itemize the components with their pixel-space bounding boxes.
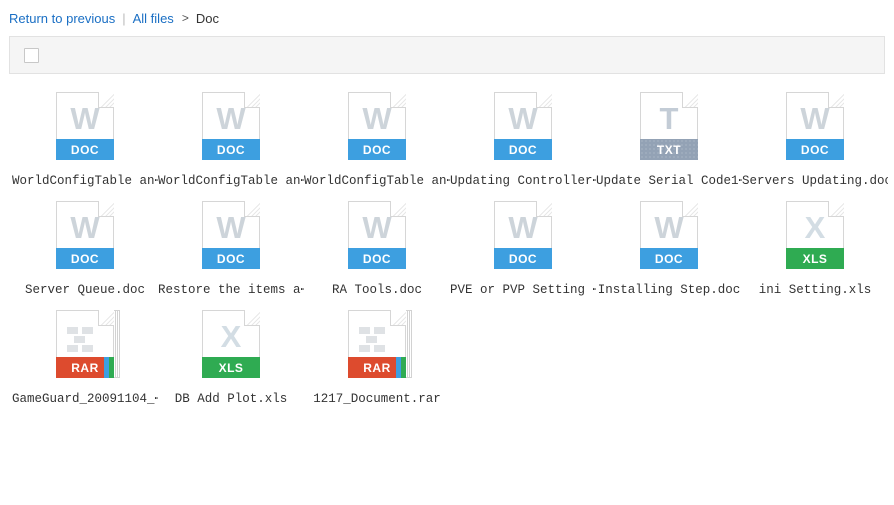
select-all-checkbox[interactable] [24,47,39,63]
rar-file-icon: RAR [348,310,412,378]
file-type-glyph: W [216,210,246,245]
file-name-label: WorldConfigTable an⋯ [158,174,304,188]
file-type-glyph: W [800,101,830,136]
archive-blocks-icon [359,327,389,353]
file-name-label: WorldConfigTable an⋯ [304,174,450,188]
file-name-label: Installing Step.doc [597,283,741,297]
file-name-label: WorldConfigTable an⋯ [12,174,158,188]
file-type-glyph: W [508,101,538,136]
file-tile[interactable]: T TXT Update Serial Code1⋯ [596,92,742,189]
file-type-glyph: W [216,101,246,136]
doc-file-icon: W DOC [786,92,844,160]
doc-file-icon: W DOC [494,201,552,269]
file-tile[interactable]: W DOC Restore the items a⋯ [158,201,304,298]
file-type-glyph: W [508,210,538,245]
file-type-banner: DOC [56,139,114,160]
all-files-link[interactable]: All files [133,11,174,26]
file-type-banner: TXT [640,139,698,160]
xls-file-icon: X XLS [202,310,260,378]
doc-file-icon: W DOC [202,92,260,160]
file-tile[interactable]: W DOC Server Queue.doc [12,201,158,298]
xls-file-icon: X XLS [786,201,844,269]
file-type-banner: DOC [640,248,698,269]
archive-strip-green [109,357,114,378]
archive-strip-green [401,357,406,378]
file-type-banner: DOC [202,139,260,160]
breadcrumb-current-folder: Doc [195,10,219,26]
file-name-label: ini Setting.xls [758,283,872,297]
file-type-glyph: X [220,319,242,354]
file-type-glyph: W [70,101,100,136]
chevron-right-icon: > [181,11,189,25]
file-type-banner: XLS [202,357,260,378]
file-tile[interactable]: W DOC RA Tools.doc [304,201,450,298]
txt-file-icon: T TXT [640,92,698,160]
file-tile[interactable]: W DOC PVE or PVP Setting ⋯ [450,201,596,298]
file-type-banner: DOC [348,248,406,269]
doc-file-icon: W DOC [56,201,114,269]
file-type-glyph: X [804,210,826,245]
file-type-banner: XLS [786,248,844,269]
archive-blocks-icon [67,327,97,353]
file-type-banner: DOC [56,248,114,269]
doc-file-icon: W DOC [202,201,260,269]
file-type-banner: DOC [494,248,552,269]
file-type-banner: DOC [348,139,406,160]
file-tile[interactable]: W DOC Updating Controller⋯ [450,92,596,189]
doc-file-icon: W DOC [348,92,406,160]
rar-file-icon: RAR [56,310,120,378]
return-to-previous-link[interactable]: Return to previous [9,11,115,26]
file-tile[interactable]: X XLS ini Setting.xls [742,201,888,298]
file-name-label: RA Tools.doc [331,283,422,297]
file-name-label: Updating Controller⋯ [450,174,596,188]
file-tile[interactable]: RAR GameGuard_20091104_⋯ [12,310,158,407]
doc-file-icon: W DOC [348,201,406,269]
file-name-label: DB Add Plot.xls [174,392,288,406]
file-name-label: PVE or PVP Setting ⋯ [450,283,596,297]
file-type-banner: DOC [786,139,844,160]
file-type-glyph: W [362,101,392,136]
file-name-label: Update Serial Code1⋯ [596,174,742,188]
file-name-label: Restore the items a⋯ [158,283,304,297]
file-toolbar [9,36,885,74]
file-tile[interactable]: X XLS DB Add Plot.xls [158,310,304,407]
file-name-label: Servers Updating.doc [742,174,888,188]
file-type-banner: DOC [202,248,260,269]
file-tile[interactable]: W DOC Installing Step.doc [596,201,742,298]
file-type-glyph: W [654,210,684,245]
file-name-label: GameGuard_20091104_⋯ [12,392,158,406]
file-tile[interactable]: W DOC WorldConfigTable an⋯ [304,92,450,189]
file-grid: W DOC WorldConfigTable an⋯ W DOC WorldConfigT… [0,74,894,419]
file-tile[interactable]: W DOC Servers Updating.doc [742,92,888,189]
file-tile[interactable]: W DOC WorldConfigTable an⋯ [158,92,304,189]
file-tile[interactable]: W DOC WorldConfigTable an⋯ [12,92,158,189]
doc-file-icon: W DOC [56,92,114,160]
file-type-glyph: W [70,210,100,245]
file-name-label: 1217_Document.rar [313,392,441,406]
file-tile[interactable]: RAR 1217_Document.rar [304,310,450,407]
breadcrumb: Return to previous | All files > Doc [0,0,894,36]
file-type-glyph: W [362,210,392,245]
breadcrumb-separator: | [122,10,126,26]
file-type-glyph: T [659,101,679,136]
file-type-banner: DOC [494,139,552,160]
file-name-label: Server Queue.doc [24,283,146,297]
doc-file-icon: W DOC [494,92,552,160]
doc-file-icon: W DOC [640,201,698,269]
